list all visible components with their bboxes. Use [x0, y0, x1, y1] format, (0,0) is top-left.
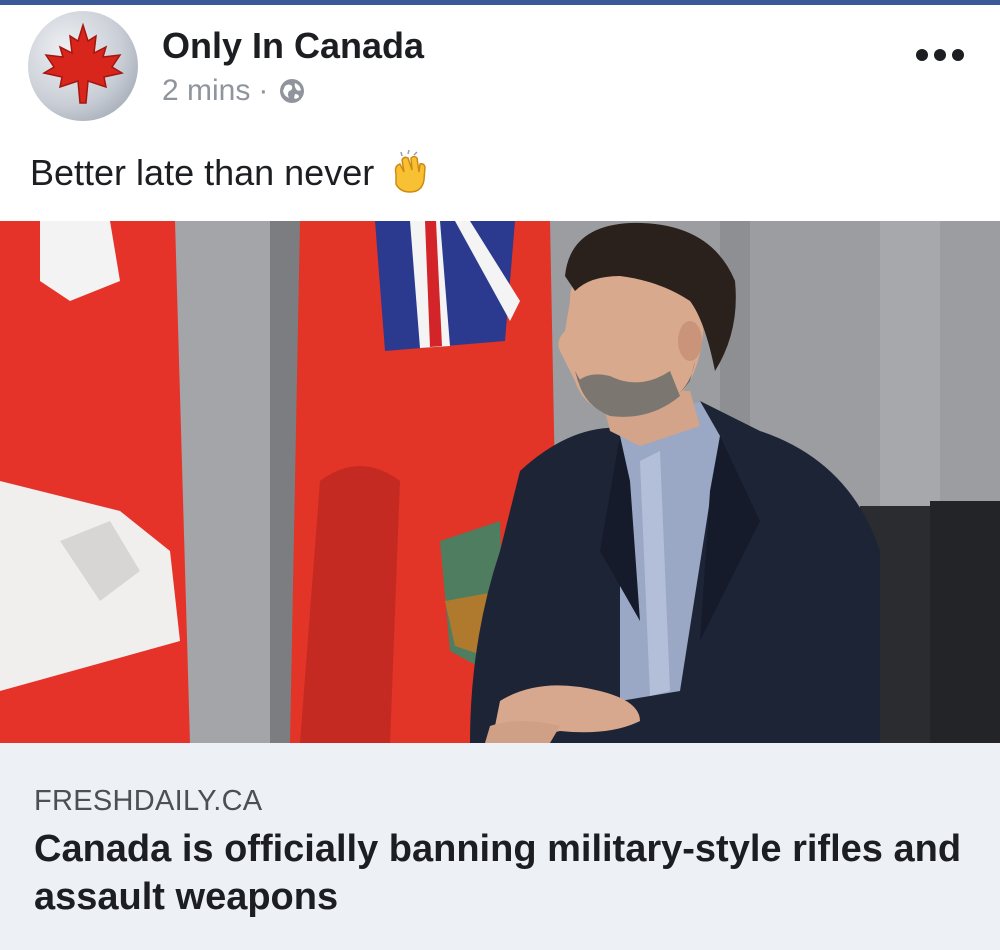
link-preview-image[interactable] — [0, 221, 1000, 743]
page-avatar[interactable] — [28, 11, 138, 121]
post-message: Better late than never — [30, 148, 432, 198]
link-domain: FRESHDAILY.CA — [34, 785, 263, 817]
link-preview-card[interactable]: FRESHDAILY.CA Canada is officially banni… — [0, 743, 1000, 950]
meta-separator: · — [258, 74, 269, 107]
link-title[interactable]: Canada is officially banning military-st… — [34, 825, 964, 921]
clapping-hands-icon — [386, 149, 432, 196]
post-message-text: Better late than never — [30, 152, 375, 193]
post-header: Only In Canada 2 mins · — [0, 5, 1000, 135]
page-name[interactable]: Only In Canada — [162, 25, 424, 67]
maple-leaf-icon — [42, 22, 124, 104]
globe-icon — [278, 77, 306, 105]
post-meta: 2 mins · — [162, 73, 306, 109]
more-options-button[interactable] — [908, 35, 972, 75]
post-timestamp[interactable]: 2 mins — [162, 74, 250, 108]
more-options-icon — [916, 49, 928, 61]
